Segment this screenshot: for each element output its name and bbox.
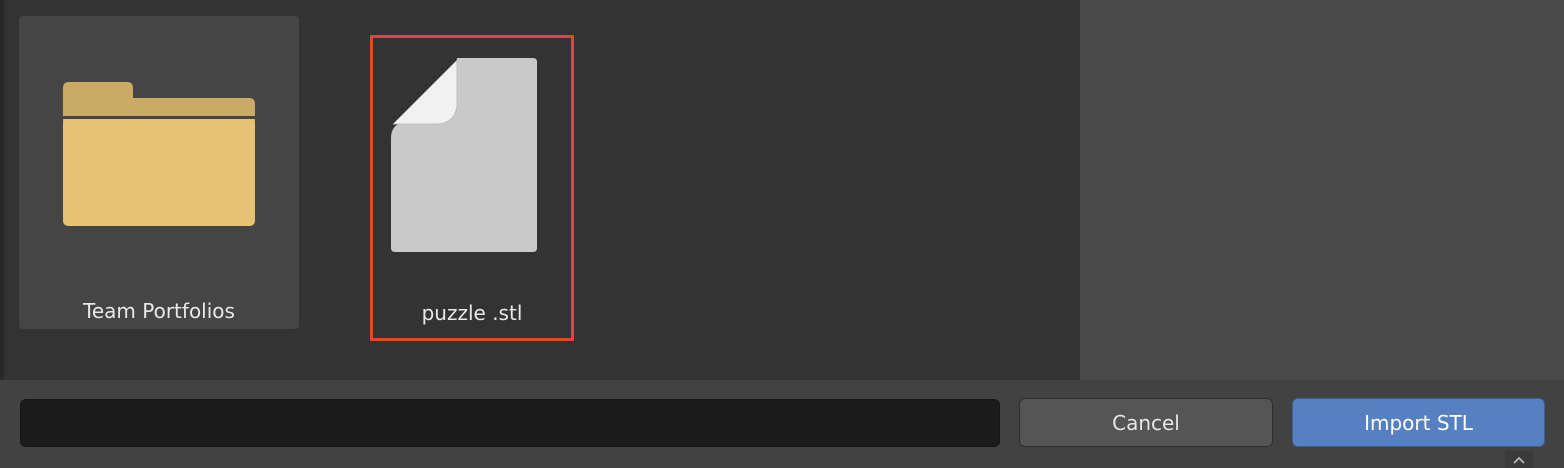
cancel-button[interactable]: Cancel (1019, 398, 1273, 447)
file-list-area: Team Portfolios puzzle .stl (4, 0, 1080, 380)
folder-item-team-portfolios[interactable]: Team Portfolios (19, 16, 299, 329)
file-browser-window: Team Portfolios puzzle .stl Cancel Impor… (0, 0, 1564, 468)
file-item-puzzle-stl[interactable]: puzzle .stl (370, 35, 574, 341)
folder-icon (63, 82, 255, 226)
chevron-up-icon (1513, 456, 1525, 464)
import-stl-button[interactable]: Import STL (1292, 398, 1545, 447)
folder-item-label: Team Portfolios (83, 299, 235, 323)
file-icon (391, 58, 537, 252)
expand-handle[interactable] (1505, 451, 1533, 468)
file-item-label: puzzle .stl (421, 301, 523, 325)
side-panel (1080, 0, 1564, 380)
filename-input[interactable] (20, 399, 1000, 447)
